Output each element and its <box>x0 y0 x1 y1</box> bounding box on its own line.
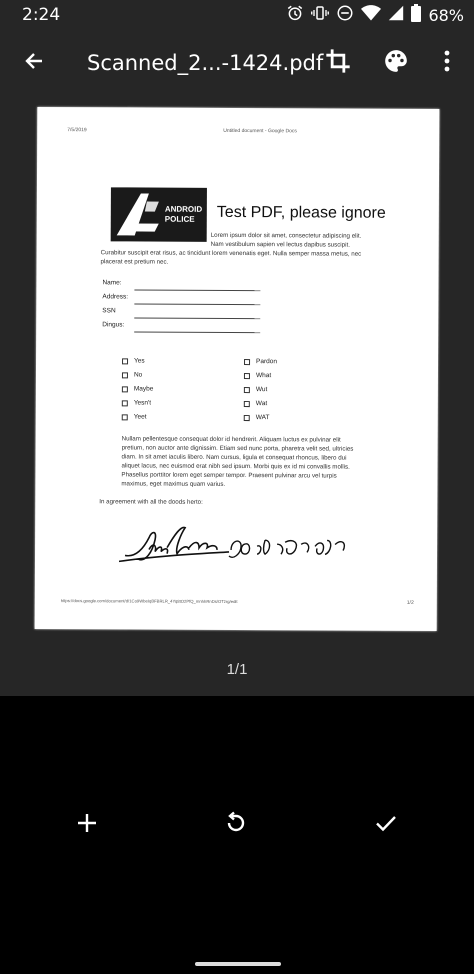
scanned-page[interactable]: 7/5/2019 Untitled document - Google Docs… <box>34 106 440 632</box>
field-line-name <box>134 289 261 292</box>
option-no: No <box>121 371 142 379</box>
document-title: Scanned_2...-1424.pdf <box>87 51 324 75</box>
color-filter-button[interactable] <box>373 40 419 86</box>
vibrate-icon <box>311 4 330 27</box>
logo-text-1: ANDROID <box>165 205 203 214</box>
field-label-ssn: SSN <box>102 307 116 315</box>
field-label-address: Address: <box>102 293 129 301</box>
crop-icon <box>324 47 352 80</box>
gesture-nav-bar[interactable] <box>195 962 281 966</box>
handwritten-signatures <box>118 519 369 575</box>
field-line-dingus <box>134 331 261 334</box>
check-icon <box>374 811 398 840</box>
pdf-intro-line-4: placerat est pretium nec. <box>100 258 169 266</box>
option-what: What <box>243 372 271 379</box>
document-viewer: 7/5/2019 Untitled document - Google Docs… <box>0 96 474 696</box>
option-wat-caps: WAT <box>243 414 269 421</box>
crop-button[interactable] <box>315 40 361 86</box>
more-vert-icon <box>443 49 451 78</box>
field-line-address <box>134 303 261 306</box>
page-indicator: 1/1 <box>226 661 248 678</box>
pdf-paragraph-line-6: maximus, eget maximus quam varius. <box>121 480 226 488</box>
add-page-button[interactable] <box>62 800 112 850</box>
option-yes: Yes <box>122 357 145 365</box>
field-label-dingus: Dingus: <box>102 321 125 329</box>
pdf-title: Test PDF, please ignore <box>216 203 386 222</box>
arrow-left-icon <box>22 49 46 78</box>
status-icons: 68% <box>286 3 464 27</box>
palette-icon <box>383 48 409 79</box>
status-time: 2:24 <box>22 5 61 25</box>
add-icon <box>76 812 98 839</box>
status-bar: 2:24 68% <box>0 0 474 30</box>
pdf-footer-url: https://docs.google.com/document/d/1Co9W… <box>60 598 238 605</box>
wifi-icon <box>361 4 382 27</box>
battery-icon <box>411 3 422 27</box>
done-button[interactable] <box>361 800 411 850</box>
option-yesnt: Yesn't <box>121 399 151 407</box>
back-button[interactable] <box>11 40 57 86</box>
option-maybe: Maybe <box>121 385 153 393</box>
option-wut: Wut <box>243 386 267 393</box>
field-label-name: Name: <box>102 279 122 287</box>
logo-text-2: POLICE <box>165 215 195 224</box>
pdf-header-title: Untitled document - Google Docs <box>223 127 297 135</box>
android-police-logo: ANDROID POLICE <box>110 187 207 242</box>
signal-icon <box>388 5 404 26</box>
option-pardon: Pardon <box>244 358 277 365</box>
option-wat: Wat <box>243 400 267 407</box>
pdf-header-date: 7/5/2019 <box>67 127 87 134</box>
more-options-button[interactable] <box>424 40 470 86</box>
option-yeet: Yeet <box>121 413 147 421</box>
pdf-footer-page: 1/2 <box>406 599 414 606</box>
battery-percent: 68% <box>428 5 464 25</box>
field-line-ssn <box>134 317 261 320</box>
retake-button[interactable] <box>211 800 261 850</box>
do-not-disturb-icon <box>336 4 354 27</box>
rotate-icon <box>224 811 248 840</box>
app-toolbar: Scanned_2...-1424.pdf <box>0 30 474 96</box>
alarm-icon <box>286 4 304 27</box>
pdf-agreement-text: In agreement with all the doods herto: <box>99 498 203 506</box>
